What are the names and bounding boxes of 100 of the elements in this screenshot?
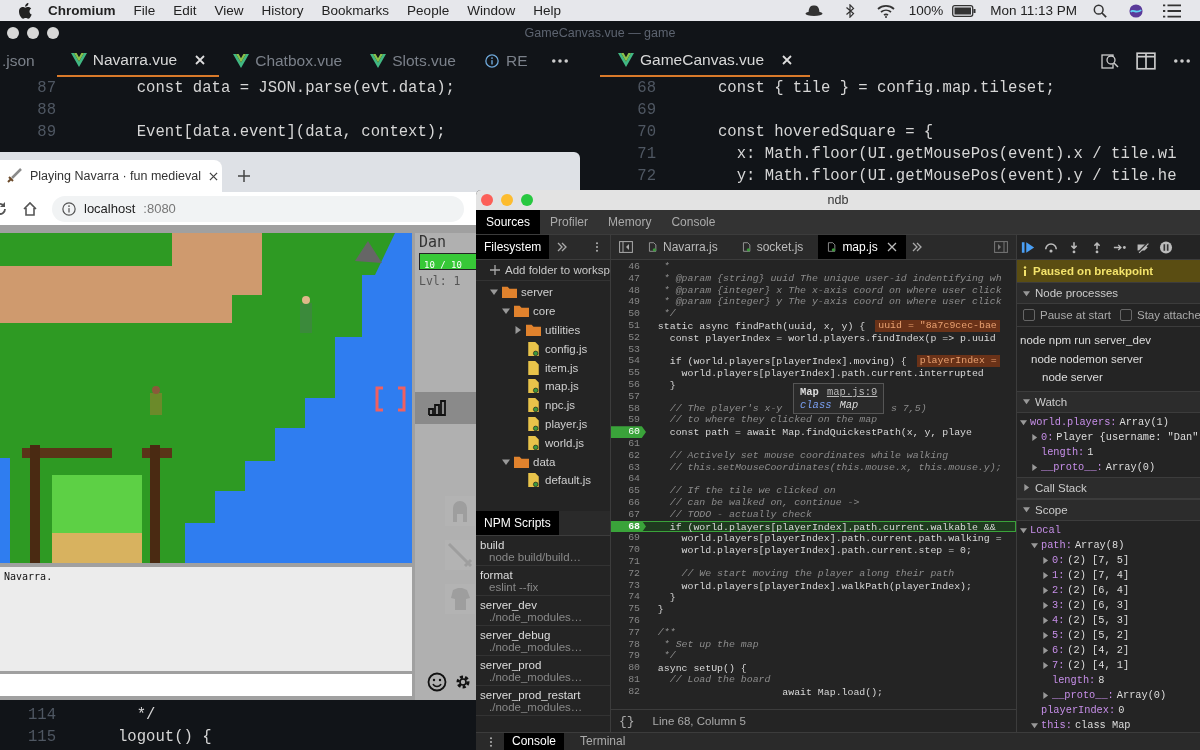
line-number[interactable]: 82 xyxy=(611,685,646,698)
line-number[interactable]: 57 xyxy=(611,390,646,403)
script-name[interactable]: build xyxy=(480,539,606,551)
property-value: 8 xyxy=(1098,674,1105,686)
app-menu[interactable]: Chromium xyxy=(48,3,116,18)
process-item[interactable]: node server xyxy=(1042,371,1103,383)
file-tree-item[interactable]: default.js xyxy=(545,474,592,487)
section-header[interactable]: Call Stack xyxy=(1017,476,1200,499)
line-number[interactable]: 49 xyxy=(611,296,646,309)
line-number[interactable]: 78 xyxy=(611,638,646,651)
line-number[interactable]: 79 xyxy=(611,650,646,663)
line-number[interactable]: 50 xyxy=(611,308,646,320)
menu-item[interactable]: Edit xyxy=(173,3,197,18)
code-line: await Map.load(); xyxy=(781,685,884,698)
line-number[interactable]: 77 xyxy=(611,626,646,639)
menu-item[interactable]: Bookmarks xyxy=(321,3,390,18)
address-bar[interactable]: localhost :8080 xyxy=(52,195,464,222)
line-number[interactable]: 70 xyxy=(611,544,646,556)
menu-item[interactable]: History xyxy=(261,3,304,18)
panel-tab[interactable]: Memory xyxy=(598,210,662,234)
script-name[interactable]: server_debug xyxy=(480,629,606,641)
line-number[interactable]: 54 xyxy=(611,355,646,368)
line-number[interactable]: 63 xyxy=(611,461,646,474)
line-number[interactable]: 62 xyxy=(611,449,646,462)
line-number[interactable]: 66 xyxy=(611,496,646,509)
file-tab[interactable]: Navarra.js xyxy=(639,235,727,259)
panel-tab[interactable]: Console xyxy=(661,210,726,234)
file-tree-item[interactable]: world.js xyxy=(545,436,584,449)
line-number[interactable]: 53 xyxy=(611,343,646,356)
menubar-clock[interactable]: Mon 11:13 PM xyxy=(990,3,1077,18)
line-number[interactable]: 55 xyxy=(611,367,646,379)
drawer-tab[interactable]: Console xyxy=(504,733,565,750)
file-tree-item[interactable]: player.js xyxy=(545,417,588,430)
editor-tab[interactable]: Chatbox.vue xyxy=(219,45,357,77)
file-tab[interactable]: socket.js xyxy=(732,235,813,259)
checkbox-label[interactable]: Stay attache xyxy=(1136,309,1200,321)
editor-tab[interactable]: RE xyxy=(470,45,542,77)
line-number[interactable]: 47 xyxy=(611,272,646,285)
line-number[interactable]: 56 xyxy=(611,378,646,391)
file-tree-item[interactable]: server xyxy=(521,286,553,299)
line-number[interactable]: 52 xyxy=(611,331,646,344)
process-item[interactable]: node nodemon server xyxy=(1031,352,1143,365)
line-number[interactable]: 65 xyxy=(611,485,646,497)
line-number[interactable]: 80 xyxy=(611,662,646,674)
file-tree-item[interactable]: config.js xyxy=(545,342,588,355)
editor-tab[interactable]: Slots.vue xyxy=(356,45,470,77)
line-number[interactable]: 81 xyxy=(611,673,646,686)
line-number[interactable]: 67 xyxy=(611,508,646,521)
file-tree-item[interactable]: core xyxy=(533,305,556,318)
section-header[interactable]: Watch xyxy=(1017,390,1200,413)
line-number[interactable]: 76 xyxy=(611,614,646,627)
menu-item[interactable]: View xyxy=(214,3,244,18)
line-number[interactable]: 61 xyxy=(611,437,646,450)
pretty-print-button[interactable]: {} xyxy=(619,713,635,729)
editor-tab[interactable]: GameCanvas.vue xyxy=(600,45,811,77)
line-number[interactable]: 69 xyxy=(611,532,646,545)
file-tab[interactable]: map.js xyxy=(818,235,906,259)
editor-tab[interactable]: .json xyxy=(0,45,49,77)
line-number[interactable]: 46 xyxy=(611,261,646,273)
line-number[interactable]: 74 xyxy=(611,591,646,604)
script-command: node build/build… xyxy=(488,551,583,563)
checkbox-label[interactable]: Pause at start xyxy=(1040,309,1111,321)
panel-tab[interactable]: Profiler xyxy=(540,210,599,234)
code-line: // The player's x-y xyxy=(668,402,783,415)
section-header[interactable]: Node processes xyxy=(1017,282,1200,304)
code-line: world.players[playerIndex].path.current.interrupted xyxy=(680,367,984,379)
file-tree-item[interactable]: utilities xyxy=(545,324,581,336)
section-header[interactable]: Scope xyxy=(1017,498,1200,521)
menu-item[interactable]: File xyxy=(133,3,156,18)
menu-item[interactable]: People xyxy=(407,3,450,18)
editor-tab[interactable]: Navarra.vue xyxy=(56,45,220,77)
line-number[interactable]: 51 xyxy=(611,320,646,332)
script-name[interactable]: format xyxy=(480,569,606,581)
navigator-tab[interactable]: NPM Scripts xyxy=(476,511,559,535)
code-line: async setUp() { xyxy=(656,662,747,674)
source-link[interactable]: map.js:9 xyxy=(826,386,878,399)
file-tree-item[interactable]: data xyxy=(533,455,556,468)
file-tree-item[interactable]: map.js xyxy=(545,380,579,393)
file-tree-item[interactable]: item.js xyxy=(545,361,579,374)
line-number[interactable]: 48 xyxy=(611,284,646,297)
drawer-tab[interactable]: Terminal xyxy=(572,733,634,750)
panel-tab[interactable]: Sources xyxy=(476,210,541,234)
add-folder-button[interactable]: Add folder to worksp xyxy=(476,260,610,281)
menu-item[interactable]: Window xyxy=(467,3,516,18)
line-number[interactable]: 75 xyxy=(611,603,646,615)
script-name[interactable]: server_prod_restart xyxy=(480,689,606,701)
navigator-tab[interactable]: Filesystem xyxy=(476,235,550,259)
property-value: (2) [6, 4] xyxy=(1067,584,1130,596)
script-name[interactable]: server_prod xyxy=(480,659,606,671)
browser-tab[interactable]: Playing Navarra · fun medieval xyxy=(0,160,222,192)
file-tree-item[interactable]: npc.js xyxy=(545,399,576,412)
line-number[interactable]: 72 xyxy=(611,567,646,580)
line-number[interactable]: 71 xyxy=(611,555,646,568)
line-number[interactable]: 73 xyxy=(611,579,646,592)
line-number[interactable]: 58 xyxy=(611,402,646,415)
line-number[interactable]: 64 xyxy=(611,473,646,486)
process-item[interactable]: node npm run server_dev xyxy=(1020,334,1152,346)
menu-item[interactable]: Help xyxy=(533,3,561,18)
script-name[interactable]: server_dev xyxy=(480,599,606,611)
line-number[interactable]: 59 xyxy=(611,414,646,427)
